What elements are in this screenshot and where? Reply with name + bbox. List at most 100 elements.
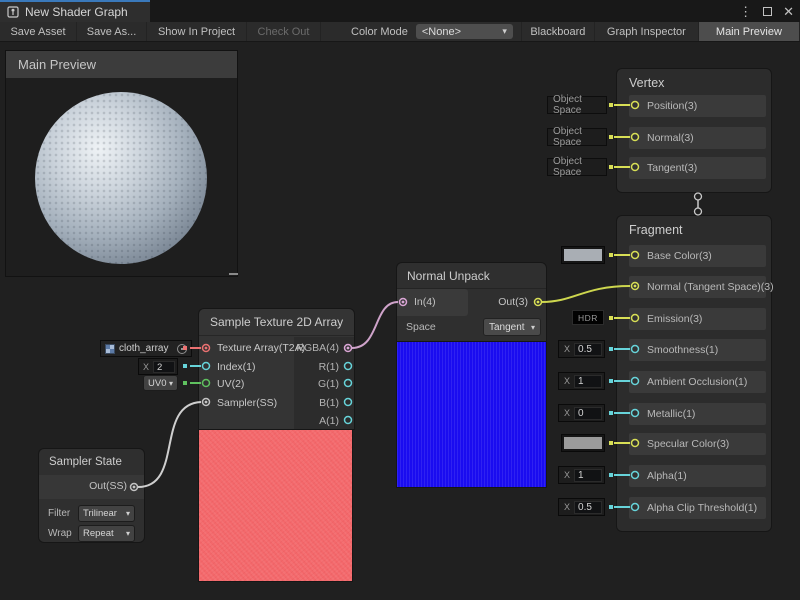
base-color-swatch[interactable] (561, 246, 605, 264)
fragment-slot-emission[interactable]: Emission(3) (629, 308, 766, 330)
input-uv-label: UV(2) (217, 378, 244, 390)
emission-hdr-field[interactable]: HDR (572, 310, 604, 325)
save-asset-button[interactable]: Save Asset (0, 22, 77, 41)
chevron-down-icon: ▾ (126, 509, 130, 518)
chevron-down-icon: ▾ (531, 323, 535, 332)
shader-preview-sphere[interactable] (35, 92, 207, 264)
sample-texture-preview[interactable] (198, 430, 353, 582)
object-picker-icon[interactable] (177, 344, 187, 354)
float-value[interactable]: 1 (574, 375, 602, 388)
fragment-slot-metallic[interactable]: Metallic(1) (629, 403, 766, 425)
binding-dot (609, 473, 613, 477)
output-b-label: B(1) (293, 397, 339, 409)
filter-dropdown[interactable]: Trilinear ▾ (78, 505, 135, 522)
output-rgba-label: RGBA(4) (293, 342, 339, 354)
edge-rgba-to-in[interactable] (352, 302, 398, 348)
binding-label: Object Space (553, 94, 606, 116)
fragment-slot-ambient-occlusion[interactable]: Ambient Occlusion(1) (629, 371, 766, 393)
close-icon[interactable]: ✕ (783, 5, 794, 18)
sample-texture-2d-array-node[interactable]: Sample Texture 2D Array Texture Array(T2… (198, 308, 355, 430)
position-space-binding[interactable]: Object Space (547, 96, 607, 114)
space-dropdown[interactable]: Tangent ▾ (483, 318, 541, 336)
maximize-icon[interactable] (763, 7, 772, 16)
slot-label: Specular Color(3) (647, 438, 729, 450)
x-label: X (564, 470, 570, 480)
normal-space-binding[interactable]: Object Space (547, 128, 607, 146)
x-label: X (564, 376, 570, 386)
color-mode-dropdown[interactable]: <None> ▾ (416, 24, 513, 39)
chevron-down-icon: ▾ (169, 379, 173, 388)
normal-unpack-header[interactable]: Normal Unpack (397, 263, 546, 289)
show-in-project-button[interactable]: Show In Project (147, 22, 247, 41)
uv-channel-dropdown[interactable]: UV0 ▾ (143, 375, 178, 391)
menu-dots-icon[interactable]: ⋮ (739, 5, 752, 18)
float-value[interactable]: 0.5 (574, 501, 602, 514)
sampler-state-title: Sampler State (49, 456, 122, 468)
fragment-slot-alpha[interactable]: Alpha(1) (629, 465, 766, 487)
fragment-node[interactable]: Fragment Base Color(3) Normal (Tangent S… (616, 215, 772, 532)
binding-dot (183, 381, 187, 385)
fragment-slot-specular-color[interactable]: Specular Color(3) (629, 433, 766, 455)
space-label: Space (406, 321, 436, 333)
check-out-button[interactable]: Check Out (247, 22, 321, 41)
binding-dot (609, 441, 613, 445)
cloth-array-object-field[interactable]: cloth_array (100, 340, 192, 357)
binding-dot (609, 135, 613, 139)
edge-samplerstate-to-sampler[interactable] (138, 402, 201, 487)
float-value[interactable]: 2 (153, 361, 175, 373)
alpha-field[interactable]: X 1 (558, 466, 605, 484)
preview-resize-handle[interactable] (229, 273, 238, 275)
vertex-slot-position[interactable]: Position(3) (629, 95, 766, 117)
slot-label: Position(3) (647, 100, 697, 112)
binding-dot (609, 165, 613, 169)
shader-graph-icon (7, 6, 19, 18)
float-value[interactable]: 0 (574, 407, 602, 420)
sampler-state-node[interactable]: Sampler State Out(SS) Filter Trilinear ▾… (38, 448, 145, 543)
color-swatch-fill (564, 249, 602, 261)
main-preview-header[interactable]: Main Preview (6, 51, 237, 78)
fragment-slot-normal-tangent-space[interactable]: Normal (Tangent Space)(3) (629, 276, 766, 298)
graph-inspector-toggle-button[interactable]: Graph Inspector (595, 22, 699, 41)
chevron-down-icon: ▾ (126, 529, 130, 538)
input-texture-array-label: Texture Array(T2A) (217, 342, 305, 354)
output-r-label: R(1) (293, 361, 339, 373)
fragment-slot-smoothness[interactable]: Smoothness(1) (629, 339, 766, 361)
vertex-slot-tangent[interactable]: Tangent(3) (629, 157, 766, 179)
binding-dot (609, 253, 613, 257)
binding-dot (609, 379, 613, 383)
vertex-slot-normal[interactable]: Normal(3) (629, 127, 766, 149)
sampler-state-out-row: Out(SS) (39, 475, 144, 499)
slot-label: Metallic(1) (647, 408, 695, 420)
vertex-node[interactable]: Vertex Position(3) Normal(3) Tangent(3) (616, 68, 772, 193)
uv-channel-value: UV0 (148, 378, 166, 389)
blackboard-toggle-button[interactable]: Blackboard (521, 22, 595, 41)
wrap-dropdown[interactable]: Repeat ▾ (78, 525, 135, 542)
float-value[interactable]: 1 (574, 469, 602, 482)
normal-unpack-node[interactable]: Normal Unpack In(4) Out(3) Space Tangent… (396, 262, 547, 342)
sample-node-header[interactable]: Sample Texture 2D Array (199, 309, 354, 336)
float-value[interactable]: 0.5 (574, 343, 602, 356)
object-field-value: cloth_array (119, 343, 168, 354)
fragment-slot-base-color[interactable]: Base Color(3) (629, 245, 766, 267)
x-label: X (564, 502, 570, 512)
binding-label: Object Space (553, 126, 606, 148)
chevron-down-icon: ▾ (502, 26, 507, 37)
tab-new-shader-graph[interactable]: New Shader Graph (0, 0, 150, 22)
save-as-button[interactable]: Save As... (77, 22, 147, 41)
slot-label: Normal(3) (647, 132, 694, 144)
normal-unpack-preview[interactable] (396, 342, 547, 488)
ambient-occlusion-field[interactable]: X 1 (558, 372, 605, 390)
index-field[interactable]: X 2 (138, 358, 178, 375)
smoothness-field[interactable]: X 0.5 (558, 340, 605, 358)
metallic-field[interactable]: X 0 (558, 404, 605, 422)
wrap-value: Repeat (83, 528, 114, 539)
sampler-state-header[interactable]: Sampler State (39, 449, 144, 474)
alpha-clip-threshold-field[interactable]: X 0.5 (558, 498, 605, 516)
tangent-space-binding[interactable]: Object Space (547, 158, 607, 176)
stack-connector-top (695, 193, 702, 200)
fragment-slot-alpha-clip-threshold[interactable]: Alpha Clip Threshold(1) (629, 497, 766, 519)
specular-color-swatch[interactable] (561, 434, 605, 452)
stack-connector-bottom (695, 208, 702, 215)
slot-label: Smoothness(1) (647, 344, 718, 356)
main-preview-toggle-button[interactable]: Main Preview (699, 22, 800, 41)
